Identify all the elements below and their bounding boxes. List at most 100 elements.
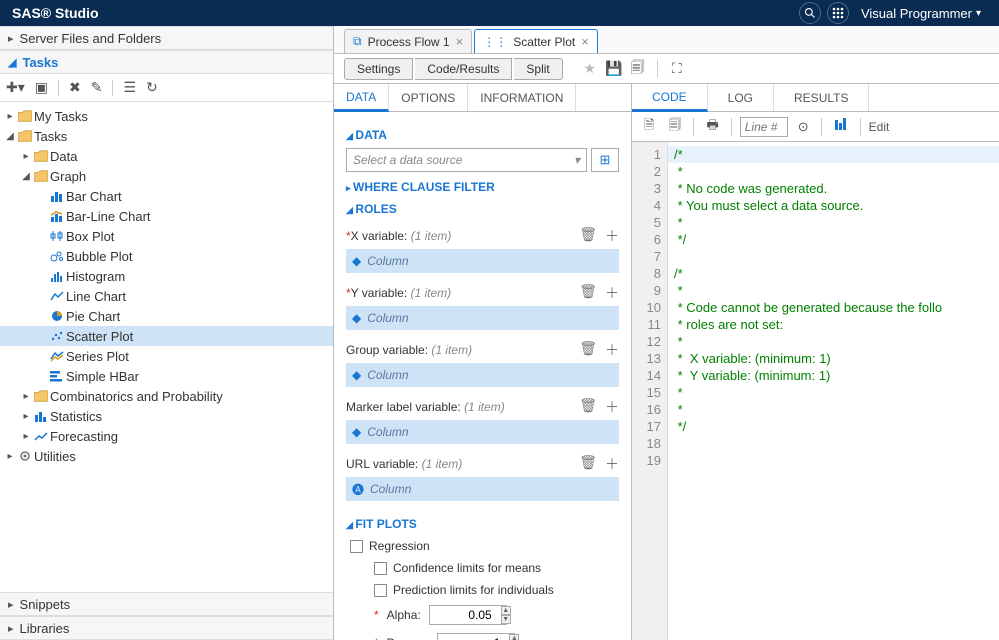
close-icon[interactable]: × (581, 34, 589, 49)
view-split[interactable]: Split (514, 58, 562, 80)
tree-item[interactable]: Scatter Plot (0, 326, 333, 346)
save-icon[interactable]: 💾 (603, 58, 625, 80)
codetab-log[interactable]: LOG (708, 84, 774, 111)
section-roles[interactable]: ROLES (346, 202, 619, 216)
code-panel: CODE LOG RESULTS 🗎 🗐 🖶 ⊙ (632, 84, 999, 640)
properties-icon[interactable]: ☰ (123, 79, 136, 96)
tab-process-flow[interactable]: ⧉Process Flow 1× (344, 29, 472, 53)
cb-pl-indiv[interactable]: Prediction limits for individuals (346, 583, 619, 597)
add-icon[interactable]: ＋ (605, 340, 619, 360)
tree-item[interactable]: ▸ Combinatorics and Probability (0, 386, 333, 406)
tree-item[interactable]: ▸ Utilities (0, 446, 333, 466)
tree-item[interactable]: ▸ My Tasks (0, 106, 333, 126)
goto-icon[interactable]: ⊙ (794, 119, 813, 135)
delete-icon[interactable]: 🗑 (579, 283, 597, 303)
copy-icon[interactable]: 🗐 (664, 116, 685, 138)
delete-icon[interactable]: 🗑 (579, 226, 597, 246)
role-column-slot[interactable]: ◆ Column (346, 420, 619, 444)
export-icon[interactable]: 🗐 (627, 58, 649, 80)
accordion-libraries[interactable]: ▸Libraries (0, 616, 333, 640)
tree-item[interactable]: Simple HBar (0, 366, 333, 386)
step-up-icon[interactable]: ▲ (501, 606, 511, 615)
chart-icon (48, 230, 66, 242)
chart-icon (32, 430, 50, 442)
view-code-results[interactable]: Code/Results (415, 58, 512, 80)
cb-cl-means[interactable]: Confidence limits for means (346, 561, 619, 575)
visual-programmer-menu[interactable]: Visual Programmer (855, 6, 987, 21)
role-column-slot[interactable]: ◆ Column (346, 249, 619, 273)
print-icon[interactable]: 🖶 (702, 116, 722, 138)
new-task-icon[interactable]: ✚▾ (6, 79, 25, 96)
degree-input[interactable] (437, 633, 515, 640)
browse-table-icon[interactable]: ⊞ (591, 148, 619, 172)
opttab-data[interactable]: DATA (334, 84, 389, 112)
tree-item[interactable]: Box Plot (0, 226, 333, 246)
delete-icon[interactable]: 🗑 (579, 454, 597, 474)
accordion-snippets[interactable]: ▸Snippets (0, 592, 333, 616)
chart-icon (48, 370, 66, 382)
tree-item[interactable]: Histogram (0, 266, 333, 286)
section-fitplots[interactable]: FIT PLOTS (346, 517, 619, 531)
opttab-information[interactable]: INFORMATION (468, 84, 576, 111)
new-code-icon[interactable]: 🗎 (640, 116, 658, 138)
code-area[interactable]: /* * * No code was generated. * You must… (668, 142, 999, 640)
role-group: Group variable: (1 item) 🗑 ＋ ◆ Column (346, 340, 619, 387)
codetab-results[interactable]: RESULTS (774, 84, 869, 111)
edit-button[interactable]: Edit (869, 120, 890, 134)
delete-icon[interactable]: 🗑 (579, 397, 597, 417)
add-icon[interactable]: ＋ (605, 454, 619, 474)
tasks-tree: ▸ My Tasks ◢ Tasks ▸ Data ◢ Graph Bar Ch… (0, 102, 333, 478)
tree-item[interactable]: Pie Chart (0, 306, 333, 326)
add-icon[interactable]: ＋ (605, 283, 619, 303)
tasks-toolbar: ✚▾ ▣ ✖ ✎ ☰ ↻ (0, 74, 333, 102)
tree-item[interactable]: Bar Chart (0, 186, 333, 206)
tree-item[interactable]: ◢ Tasks (0, 126, 333, 146)
step-up-icon[interactable]: ▲ (509, 634, 519, 640)
chart-icon (48, 190, 66, 202)
accordion-tasks[interactable]: ◢Tasks (0, 50, 333, 74)
folder-icon (32, 170, 50, 182)
line-number-input[interactable] (740, 117, 788, 137)
role-column-slot[interactable]: ◆ Column (346, 306, 619, 330)
scatter-icon: ⋮⋮ (483, 35, 507, 49)
alpha-input[interactable] (429, 605, 507, 625)
role-xvar: *X variable: (1 item) 🗑 ＋ ◆ Column (346, 226, 619, 273)
accordion-server-files[interactable]: ▸Server Files and Folders (0, 26, 333, 50)
add-icon[interactable]: ＋ (605, 397, 619, 417)
role-column-slot[interactable]: ◆ Column (346, 363, 619, 387)
codetab-code[interactable]: CODE (632, 84, 708, 112)
search-icon[interactable] (799, 2, 821, 24)
tree-item[interactable]: ▸ Data (0, 146, 333, 166)
data-source-select[interactable]: Select a data source▾ (346, 148, 587, 172)
delete-icon[interactable]: 🗑 (579, 340, 597, 360)
apps-icon[interactable] (827, 2, 849, 24)
tree-item[interactable]: ▸ Statistics (0, 406, 333, 426)
opttab-options[interactable]: OPTIONS (389, 84, 468, 111)
role-column-slot[interactable]: 🅐 Column (346, 477, 619, 501)
open-task-icon[interactable]: ▣ (35, 79, 48, 96)
tree-item[interactable]: ◢ Graph (0, 166, 333, 186)
section-data[interactable]: DATA (346, 128, 619, 142)
tree-item[interactable]: Line Chart (0, 286, 333, 306)
tree-item[interactable]: ▸ Forecasting (0, 426, 333, 446)
chart-icon (48, 250, 66, 262)
chart-icon (48, 290, 66, 302)
tree-item[interactable]: Bubble Plot (0, 246, 333, 266)
view-settings[interactable]: Settings (344, 58, 413, 80)
folder-icon (16, 130, 34, 142)
format-icon[interactable] (830, 118, 852, 135)
edit-icon[interactable]: ✎ (91, 79, 103, 96)
expand-icon[interactable]: ⛶ (666, 58, 688, 80)
refresh-icon[interactable]: ↻ (146, 79, 158, 96)
close-icon[interactable]: × (456, 34, 464, 49)
chart-icon (48, 310, 66, 322)
view-bar: Settings Code/Results Split ★ 💾 🗐 ⛶ (334, 54, 999, 84)
tree-item[interactable]: Bar-Line Chart (0, 206, 333, 226)
section-where[interactable]: WHERE CLAUSE FILTER (346, 180, 619, 194)
cb-regression[interactable]: Regression (346, 539, 619, 553)
tree-item[interactable]: Series Plot (0, 346, 333, 366)
step-down-icon[interactable]: ▼ (501, 615, 511, 624)
add-icon[interactable]: ＋ (605, 226, 619, 246)
delete-icon[interactable]: ✖ (69, 79, 81, 96)
tab-scatter-plot[interactable]: ⋮⋮Scatter Plot× (474, 29, 598, 53)
